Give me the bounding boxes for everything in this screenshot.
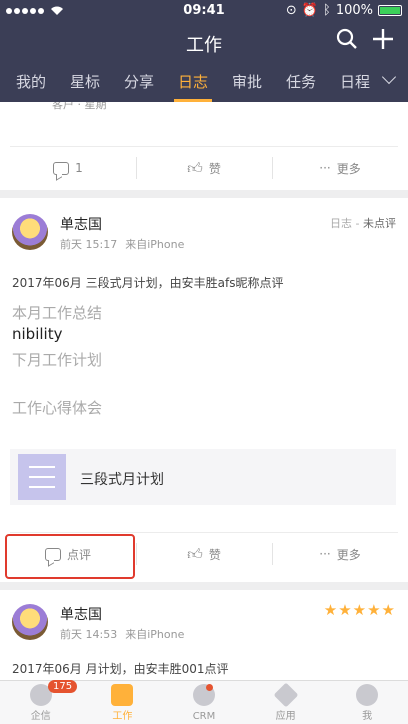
cutoff-text: 客户 · 星期: [52, 102, 107, 111]
attachment-title: 三段式月计划: [80, 472, 164, 488]
post-time: 前天 15:17: [60, 238, 118, 251]
tab-log[interactable]: 日志: [170, 66, 216, 102]
tab-approval[interactable]: 审批: [224, 66, 270, 102]
post-time: 前天 14:53: [60, 628, 118, 641]
battery-percent: 100%: [335, 3, 373, 18]
post-source: 来自iPhone: [125, 628, 185, 641]
search-icon[interactable]: [336, 28, 358, 50]
person-icon: [356, 684, 379, 706]
section-heading: 下月工作计划: [12, 351, 103, 369]
comment-icon: [53, 161, 70, 175]
tabbar-item-crm[interactable]: CRM: [163, 681, 245, 724]
unread-badge: 175: [48, 680, 78, 693]
tab-schedule[interactable]: 日程: [332, 66, 378, 102]
thumb-up-icon: 👍︎: [187, 544, 203, 563]
tabbar-item-me[interactable]: 我: [326, 681, 408, 724]
more-button[interactable]: ··· 更多: [272, 533, 408, 575]
more-icon: ···: [319, 161, 331, 175]
avatar[interactable]: [12, 604, 48, 640]
status-badge: 日志 - 未点评: [330, 217, 396, 230]
tab-mine[interactable]: 我的: [8, 66, 54, 102]
thumb-up-icon: 👍︎: [187, 158, 203, 177]
tab-task[interactable]: 任务: [278, 66, 324, 102]
status-bar: 09:41 ⊙ ⏰ ᛒ 100%: [0, 0, 408, 22]
rating-stars: ★★★★★: [323, 601, 396, 619]
log-summary: 2017年06月 三段式月计划，由安丰胜afs昵称点评: [12, 276, 284, 290]
section-heading: 本月工作总结: [12, 304, 103, 322]
header: 09:41 ⊙ ⏰ ᛒ 100% 工作 我的 星标 分享 日志 审批 任务 日程: [0, 0, 408, 102]
tabbar-item-apps[interactable]: 应用: [245, 681, 327, 724]
tabbar-item-work[interactable]: 工作: [82, 681, 164, 724]
attachment-card[interactable]: 三段式月计划: [10, 449, 396, 505]
tab-bar: 我的 星标 分享 日志 审批 任务 日程: [0, 66, 408, 102]
author-name: 单志国: [60, 217, 102, 233]
section-heading: 工作心得体会: [12, 399, 103, 417]
more-button[interactable]: ··· 更多: [272, 147, 408, 189]
battery-icon: [378, 5, 402, 16]
tab-starred[interactable]: 星标: [62, 66, 108, 102]
like-button[interactable]: 👍︎ 赞: [136, 147, 272, 189]
feed[interactable]: 客户 · 星期 1 👍︎ 赞 ··· 更多 单志国 前天 15:17 来自iPhone…: [0, 102, 408, 680]
log-card[interactable]: 单志国 前天 14:53 来自iPhone ★★★★★ 2017年06月 月计划，…: [0, 590, 408, 680]
avatar[interactable]: [12, 214, 48, 250]
log-summary: 2017年06月 月计划，由安丰胜001点评: [12, 662, 229, 676]
tabbar-item-messages[interactable]: 175 企信: [0, 680, 82, 724]
add-icon[interactable]: [372, 28, 394, 50]
alarm-icon: ⏰: [301, 3, 319, 18]
cube-icon: [273, 682, 299, 708]
author-name: 单志国: [60, 607, 102, 623]
pencil-icon: [111, 684, 134, 706]
bottom-tab-bar: 175 企信 工作 CRM 应用 我: [0, 680, 408, 724]
tab-shared[interactable]: 分享: [116, 66, 162, 102]
section-content: nibility: [12, 325, 63, 343]
rotation-lock-icon: ⊙: [285, 3, 297, 18]
like-button[interactable]: 👍︎ 赞: [136, 533, 272, 575]
highlight-box: [5, 534, 135, 579]
log-card: 客户 · 星期 1 👍︎ 赞 ··· 更多: [0, 102, 408, 190]
comment-button[interactable]: 1: [0, 147, 136, 189]
bluetooth-icon: ᛒ: [323, 3, 331, 18]
more-icon: ···: [319, 547, 331, 561]
notification-dot: [205, 684, 213, 691]
post-source: 来自iPhone: [125, 238, 185, 251]
document-icon: [18, 454, 66, 500]
log-card[interactable]: 单志国 前天 15:17 来自iPhone 日志 - 未点评 2017年06月 三…: [0, 198, 408, 582]
